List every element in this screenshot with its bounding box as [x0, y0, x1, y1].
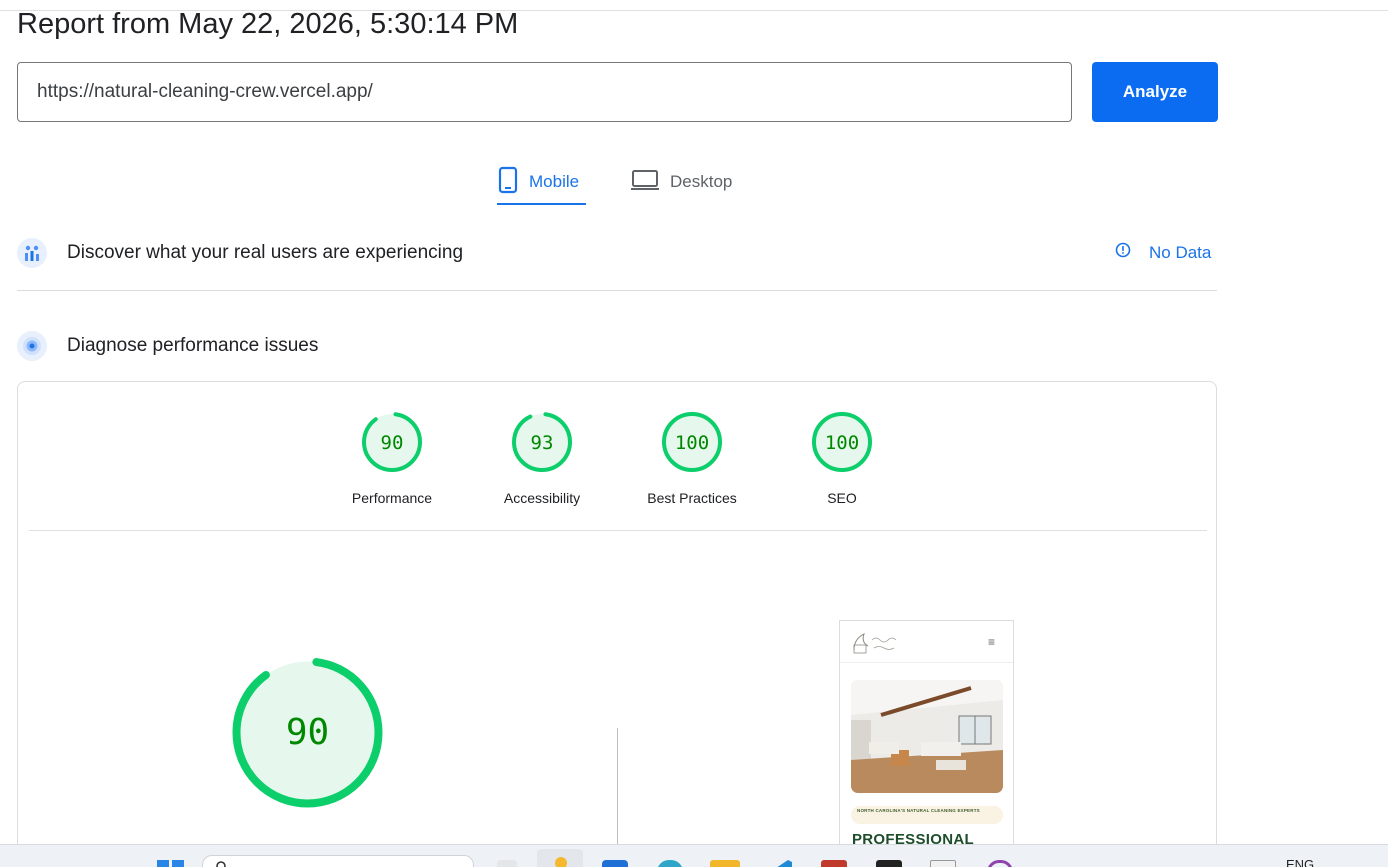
preview-menu-icon: ≡ [988, 635, 996, 649]
file-explorer-icon[interactable] [710, 860, 740, 867]
desktop-icon [630, 168, 660, 197]
gauge-performance-label: Performance [351, 490, 433, 506]
main-score-value: 90 [286, 712, 329, 753]
outlook-icon[interactable] [602, 860, 628, 867]
edge-icon[interactable] [657, 860, 683, 867]
preview-logo [853, 633, 897, 654]
vscode-icon[interactable] [764, 860, 794, 867]
language-indicator[interactable]: ENG [1286, 857, 1314, 867]
gauge-best-practices-value: 100 [675, 432, 709, 454]
gauge-seo[interactable]: 100 [811, 411, 873, 473]
app-icon-red[interactable] [821, 860, 847, 867]
page-screenshot-preview: ≡ NORTH CAROLINA'S NATURAL CLEANING EXPE… [839, 620, 1014, 867]
notepad-icon[interactable] [930, 860, 956, 867]
gauge-performance-value: 90 [381, 432, 404, 454]
taskbar: ENG [0, 844, 1388, 867]
card-divider [29, 530, 1207, 531]
field-data-icon [17, 238, 47, 268]
gauge-seo-value: 100 [825, 432, 859, 454]
diagnose-icon [17, 331, 47, 361]
analyze-button[interactable]: Analyze [1092, 62, 1218, 122]
gauge-performance[interactable]: 90 [361, 411, 423, 473]
tab-desktop-label: Desktop [670, 172, 733, 191]
preview-badge: NORTH CAROLINA'S NATURAL CLEANING EXPERT… [851, 806, 1003, 824]
tab-mobile-label: Mobile [529, 172, 580, 191]
gauge-accessibility-value: 93 [531, 432, 554, 454]
app-icon-dark[interactable] [876, 860, 902, 867]
task-view-icon[interactable] [497, 860, 517, 867]
search-icon [216, 861, 226, 867]
url-input[interactable] [17, 62, 1072, 122]
report-title: Report from May 22, 2026, 5:30:14 PM [17, 8, 519, 40]
diagnose-title: Diagnose performance issues [67, 335, 319, 356]
windows-start-icon[interactable] [157, 860, 185, 867]
gauge-best-practices[interactable]: 100 [661, 411, 723, 473]
info-icon [1115, 242, 1131, 263]
tab-mobile[interactable]: Mobile [497, 158, 579, 206]
gauge-best-practices-label: Best Practices [647, 490, 737, 506]
gauge-accessibility[interactable]: 93 [511, 411, 573, 473]
main-performance-gauge: 90 [230, 655, 385, 810]
app-icon-purple[interactable] [987, 860, 1013, 867]
mobile-icon [497, 166, 519, 199]
widgets-icon[interactable] [537, 849, 583, 867]
taskbar-search[interactable] [202, 855, 474, 867]
tab-desktop[interactable]: Desktop [630, 158, 732, 206]
preview-hero-image [851, 680, 1003, 793]
active-tab-indicator [497, 203, 586, 205]
section-divider [17, 290, 1217, 291]
gauge-seo-label: SEO [827, 490, 857, 506]
gauge-accessibility-label: Accessibility [503, 490, 581, 506]
no-data-label: No Data [1149, 242, 1212, 262]
preview-header: ≡ [840, 621, 1013, 663]
no-data-link[interactable]: No Data [1115, 242, 1211, 263]
field-data-title: Discover what your real users are experi… [67, 242, 464, 263]
